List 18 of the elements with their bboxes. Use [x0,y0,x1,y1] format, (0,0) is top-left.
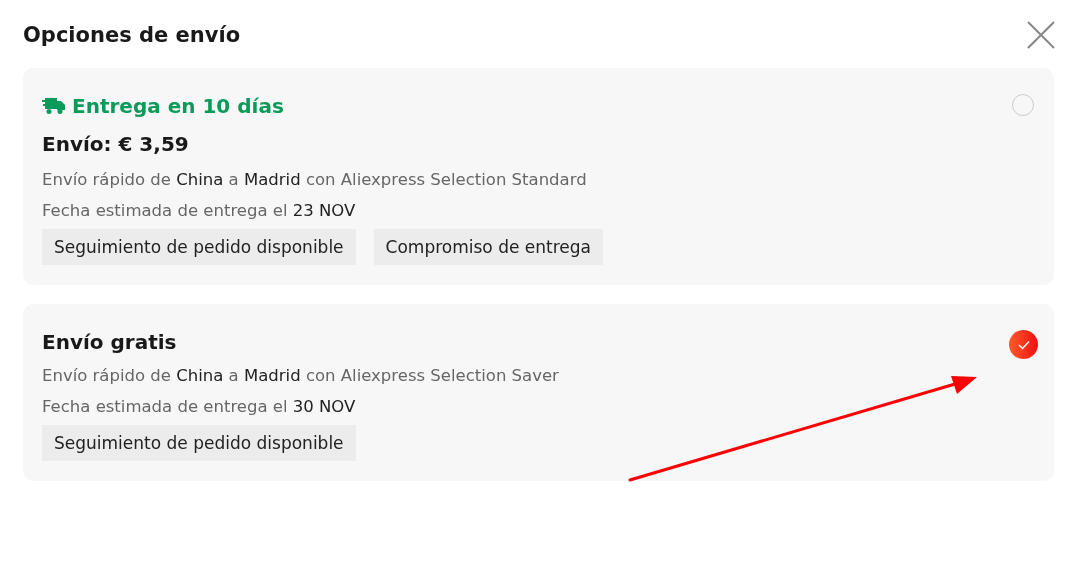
close-button[interactable] [1026,20,1056,50]
check-icon [1017,339,1030,350]
radio-button[interactable] [1009,330,1038,359]
dialog-title: Opciones de envío [23,23,241,47]
shipping-route: Envío rápido de China a Madrid con Aliexpress Selection Standard [42,169,588,191]
feature-tag: Compromiso de entrega [373,229,603,265]
shipping-route: Envío rápido de China a Madrid con Aliexpress Selection Saver [42,365,559,387]
shipping-option-card[interactable]: Entrega en 10 días Envío: € 3,59 Envío rápido de China a Madrid con Aliexpress Selection Standard Fecha estimada de entrega el 23 NOV Seguimiento de pedido disponible Compromiso de entrega [23,68,1054,285]
feature-tag: Seguimiento de pedido disponible [42,425,356,461]
option-headline: Entrega en 10 días [72,94,284,118]
shipping-option-card[interactable]: Envío gratis Envío rápido de China a Madrid con Aliexpress Selection Saver Fecha estimada de entrega el 30 NOV Seguimiento de pedido disponible [23,304,1054,481]
delivery-estimate: Fecha estimada de entrega el 30 NOV [42,396,357,418]
delivery-estimate: Fecha estimada de entrega el 23 NOV [42,200,357,222]
feature-tag: Seguimiento de pedido disponible [42,229,356,265]
truck-icon [42,97,66,115]
option-headline: Envío gratis [42,330,177,354]
shipping-price: Envío: € 3,59 [42,131,190,158]
close-icon [1026,20,1056,50]
